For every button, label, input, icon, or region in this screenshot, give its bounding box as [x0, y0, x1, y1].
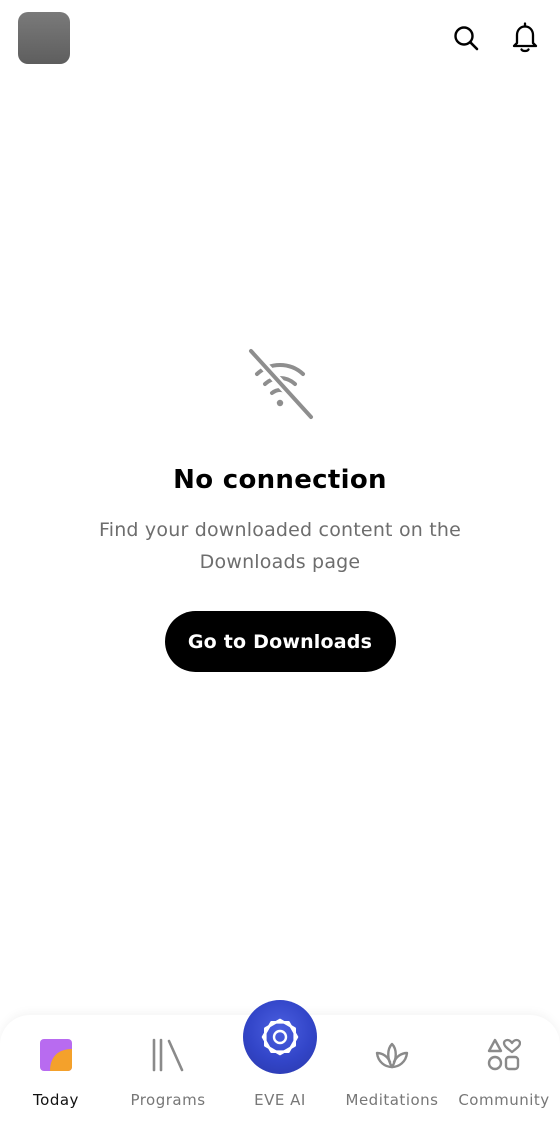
message-line-1: Find your downloaded content on the: [98, 519, 462, 541]
page-title: No connection: [173, 465, 387, 495]
notifications-button[interactable]: [509, 22, 541, 54]
tab-programs[interactable]: Programs: [112, 1015, 224, 1131]
search-icon: [454, 26, 479, 51]
avatar[interactable]: [18, 12, 70, 64]
message-line-2: Downloads page: [199, 551, 361, 573]
tab-community[interactable]: Community: [448, 1015, 560, 1131]
eve-ai-icon: [261, 1018, 299, 1056]
tab-meditations[interactable]: Meditations: [336, 1015, 448, 1131]
search-button[interactable]: [450, 22, 482, 54]
empty-state-message: Find your downloaded content on the Down…: [60, 514, 500, 578]
no-connection-state: No connection Find your downloaded conte…: [0, 340, 560, 672]
bell-icon: [512, 22, 538, 53]
lotus-icon: [374, 1037, 410, 1073]
tab-community-label: Community: [458, 1091, 550, 1109]
library-icon: [150, 1037, 186, 1073]
shapes-icon: [486, 1037, 522, 1073]
tab-today[interactable]: Today: [0, 1015, 112, 1131]
eve-ai-button[interactable]: [243, 1000, 317, 1074]
today-icon: [38, 1037, 74, 1073]
go-to-downloads-button[interactable]: Go to Downloads: [164, 611, 396, 672]
wifi-off-icon: [246, 346, 316, 420]
